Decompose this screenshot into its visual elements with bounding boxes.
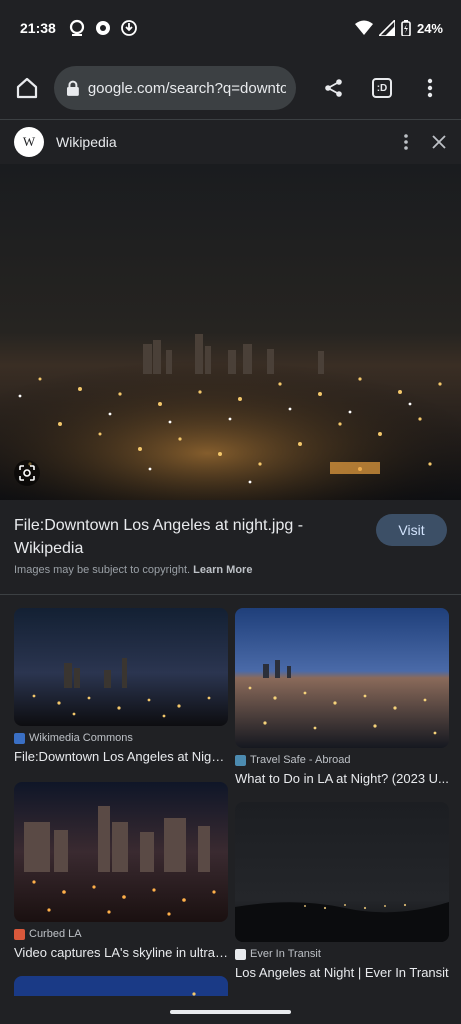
source-header: W Wikipedia [0,120,461,164]
browser-toolbar: google.com/search?q=downto :D [0,56,461,120]
related-card[interactable]: Ever In Transit Los Angeles at Night | E… [235,802,449,980]
home-icon [16,77,38,99]
close-icon[interactable] [431,134,447,150]
related-thumbnail [14,608,228,726]
card-source: Wikimedia Commons [29,732,133,744]
status-bar: 21:38 24% [0,0,461,56]
status-time: 21:38 [20,20,56,36]
card-title: File:Downtown Los Angeles at Nigh... [14,749,228,764]
more-options-icon[interactable] [403,133,409,151]
cell-signal-icon [378,20,395,36]
home-button[interactable] [0,56,54,120]
hero-image[interactable] [0,164,461,500]
related-card[interactable]: Curbed LA Video captures LA's skyline in… [14,782,228,960]
copyright-notice: Images may be subject to copyright. Lear… [14,564,252,576]
favicon-icon [14,732,25,744]
related-card[interactable]: Wikimedia Commons File:Downtown Los Ange… [14,608,228,764]
gesture-nav-bar [0,996,461,1024]
favicon-icon [14,928,25,940]
vpn-notification-icon [120,20,137,36]
home-gesture-handle[interactable] [170,1010,291,1014]
related-thumbnail [14,782,228,922]
card-title: What to Do in LA at Night? (2023 U... [235,771,449,786]
card-title: Los Angeles at Night | Ever In Transit [235,965,449,980]
card-source: Ever In Transit [250,948,321,960]
favicon-icon [235,948,246,960]
card-source: Curbed LA [29,928,82,940]
city-night-photo [0,164,461,500]
result-title[interactable]: File:Downtown Los Angeles at night.jpg -… [14,514,344,560]
learn-more-link[interactable]: Learn More [193,564,252,576]
google-lens-button[interactable] [14,460,40,486]
battery-icon [401,20,411,36]
share-icon [325,79,342,97]
lens-icon [19,465,35,481]
battery-percent: 24% [416,20,443,36]
related-card[interactable] [14,976,228,996]
related-card[interactable]: Travel Safe - Abroad What to Do in LA at… [235,608,449,786]
wifi-icon [354,20,373,35]
result-info: File:Downtown Los Angeles at night.jpg -… [0,500,461,594]
visit-button[interactable]: Visit [376,514,447,546]
notification-app-icon [69,19,84,36]
related-images-grid: Wikimedia Commons File:Downtown Los Ange… [0,596,461,996]
favicon-icon [235,754,246,766]
more-vert-icon [427,78,433,98]
wikipedia-logo: W [14,127,44,157]
card-title: Video captures LA's skyline in ultra ... [14,945,228,960]
menu-button[interactable] [406,56,454,120]
url-text: google.com/search?q=downto [87,79,286,97]
section-divider [0,594,461,595]
tab-switcher-icon: :D [372,78,392,98]
address-bar[interactable]: google.com/search?q=downto [54,66,296,110]
tab-switcher-button[interactable]: :D [358,56,406,120]
source-name: Wikipedia [56,134,117,150]
settings-notification-icon [95,21,110,35]
card-source: Travel Safe - Abroad [250,754,351,766]
related-thumbnail [235,608,449,748]
related-thumbnail [235,802,449,942]
related-thumbnail [14,976,228,996]
lock-icon [66,80,79,96]
copyright-text: Images may be subject to copyright. [14,564,191,576]
share-button[interactable] [310,56,358,120]
